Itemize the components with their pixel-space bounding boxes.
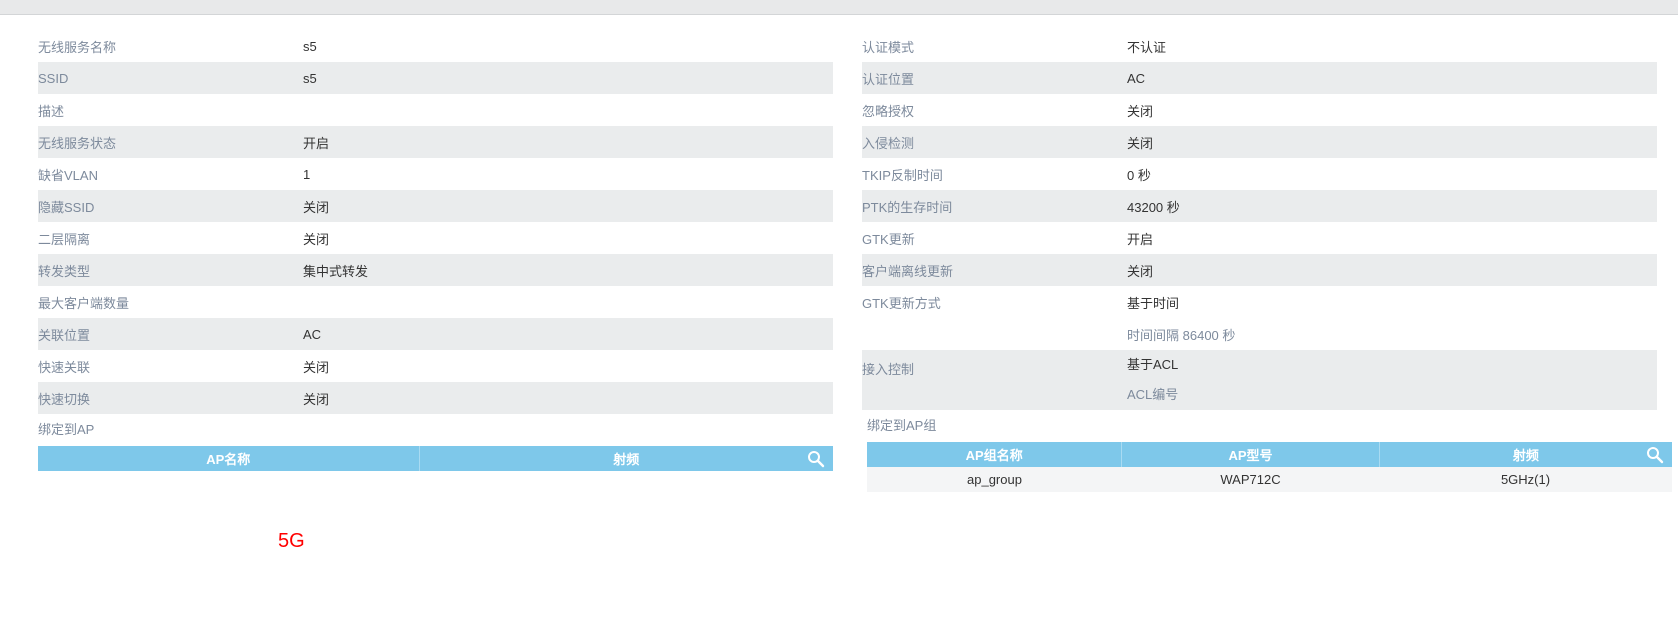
- row-label: 关联位置: [38, 327, 91, 343]
- column-header-ap-group-name[interactable]: AP组名称: [867, 442, 1123, 467]
- detail-row: 入侵检测 关闭: [862, 126, 1657, 158]
- row-label: 快速关联: [38, 359, 91, 375]
- row-value: 关闭: [303, 359, 330, 375]
- auth-settings-panel: 认证模式 不认证 认证位置 AC 忽略授权 关闭 入侵检测 关闭 TKIP反制时间 0 秒…: [862, 30, 1672, 492]
- row-label: 入侵检测: [862, 135, 915, 151]
- row-value: 不认证: [1127, 39, 1167, 55]
- cell-radio: 5GHz(1): [1500, 472, 1551, 487]
- gtk-interval: 时间间隔 86400 秒: [1127, 325, 1235, 344]
- gtk-interval-row: 时间间隔 86400 秒: [862, 318, 1657, 350]
- row-label: GTK更新: [862, 231, 915, 247]
- row-value: 关闭: [1127, 263, 1154, 279]
- table-row[interactable]: ap_group WAP712C 5GHz(1): [867, 467, 1672, 492]
- top-bar: [0, 0, 1678, 15]
- detail-row: 关联位置 AC: [38, 318, 833, 350]
- ap-group-grid-header: AP组名称 AP型号 射频: [867, 442, 1672, 467]
- detail-row: GTK更新 开启: [862, 222, 1657, 254]
- wireless-service-panel: 无线服务名称 s5 SSID s5 描述 无线服务状态 开启 缺省VLAN 1 隐藏SS…: [38, 30, 833, 471]
- acl-number-label: ACL编号: [1127, 387, 1179, 402]
- annotation-5g: 5G: [278, 530, 305, 552]
- row-value: 基于时间: [1127, 295, 1180, 311]
- row-label: 认证位置: [862, 71, 915, 87]
- row-label: GTK更新方式: [862, 295, 941, 311]
- row-label: 忽略授权: [862, 103, 915, 119]
- row-label: 客户端离线更新: [862, 263, 954, 279]
- access-control-row: 接入控制 基于ACL ACL编号: [862, 350, 1657, 410]
- row-value: 关闭: [1127, 103, 1154, 119]
- row-value: 关闭: [1127, 135, 1154, 151]
- bind-ap-section-title: 绑定到AP: [38, 422, 95, 437]
- column-header-radio[interactable]: 射频: [1380, 442, 1672, 467]
- row-label: 最大客户端数量: [38, 295, 130, 311]
- detail-row: 认证模式 不认证: [862, 30, 1657, 62]
- access-control-value: 基于ACL: [1127, 357, 1179, 372]
- row-label: 隐藏SSID: [38, 199, 95, 215]
- gtk-interval-label: 时间间隔: [1127, 327, 1180, 343]
- row-value: 集中式转发: [303, 263, 369, 279]
- row-label: 转发类型: [38, 263, 91, 279]
- access-control-label: 接入控制: [862, 362, 915, 377]
- detail-row: 客户端离线更新 关闭: [862, 254, 1657, 286]
- row-value: AC: [1127, 70, 1146, 86]
- row-value: AC: [303, 326, 322, 342]
- detail-row: TKIP反制时间 0 秒: [862, 158, 1657, 190]
- column-header-ap-model[interactable]: AP型号: [1122, 442, 1380, 467]
- row-value: s5: [303, 70, 317, 86]
- cell-ap-model: WAP712C: [1220, 472, 1281, 487]
- detail-row: PTK的生存时间 43200 秒: [862, 190, 1657, 222]
- bind-ap-group-section-title: 绑定到AP组: [867, 418, 937, 433]
- detail-row: 认证位置 AC: [862, 62, 1657, 94]
- row-label: TKIP反制时间: [862, 167, 943, 183]
- detail-row: 二层隔离 关闭: [38, 222, 833, 254]
- search-icon[interactable]: [1646, 446, 1664, 464]
- access-control-values: 基于ACL ACL编号: [1127, 350, 1178, 410]
- detail-row: 隐藏SSID 关闭: [38, 190, 833, 222]
- row-value: 关闭: [303, 231, 330, 247]
- row-label: 无线服务名称: [38, 39, 117, 55]
- ap-group-grid: AP组名称 AP型号 射频 ap_group WAP712C 5GHz(1): [867, 442, 1672, 492]
- row-label: 描述: [38, 103, 65, 119]
- row-value: 关闭: [303, 391, 330, 407]
- cell-ap-group-name: ap_group: [967, 472, 1022, 487]
- column-header-ap-name[interactable]: AP名称: [38, 446, 420, 471]
- row-value: 1: [303, 166, 311, 182]
- detail-row: 最大客户端数量: [38, 286, 833, 318]
- search-icon[interactable]: [807, 450, 825, 468]
- detail-row: 缺省VLAN 1: [38, 158, 833, 190]
- row-label: PTK的生存时间: [862, 199, 953, 215]
- row-label: 认证模式: [862, 39, 915, 55]
- detail-row: 描述: [38, 94, 833, 126]
- row-value: s5: [303, 38, 317, 54]
- row-value: 43200 秒: [1127, 199, 1180, 215]
- detail-row: GTK更新方式 基于时间: [862, 286, 1657, 318]
- detail-row: 无线服务名称 s5: [38, 30, 833, 62]
- row-label: 快速切换: [38, 391, 91, 407]
- gtk-interval-value: 86400 秒: [1182, 327, 1236, 343]
- row-value: 开启: [1127, 231, 1154, 247]
- detail-row: 忽略授权 关闭: [862, 94, 1657, 126]
- detail-row: 快速切换 关闭: [38, 382, 833, 414]
- row-label: 二层隔离: [38, 231, 91, 247]
- detail-row: 快速关联 关闭: [38, 350, 833, 382]
- detail-row: 转发类型 集中式转发: [38, 254, 833, 286]
- row-value: 关闭: [303, 199, 330, 215]
- row-label: 无线服务状态: [38, 135, 117, 151]
- detail-row: 无线服务状态 开启: [38, 126, 833, 158]
- row-value: 0 秒: [1127, 167, 1151, 183]
- row-label: 缺省VLAN: [38, 167, 98, 183]
- detail-row: SSID s5: [38, 62, 833, 94]
- row-label: SSID: [38, 70, 69, 86]
- column-header-radio[interactable]: 射频: [420, 446, 833, 471]
- ap-grid-header: AP名称 射频: [38, 446, 833, 471]
- row-value: 开启: [303, 135, 330, 151]
